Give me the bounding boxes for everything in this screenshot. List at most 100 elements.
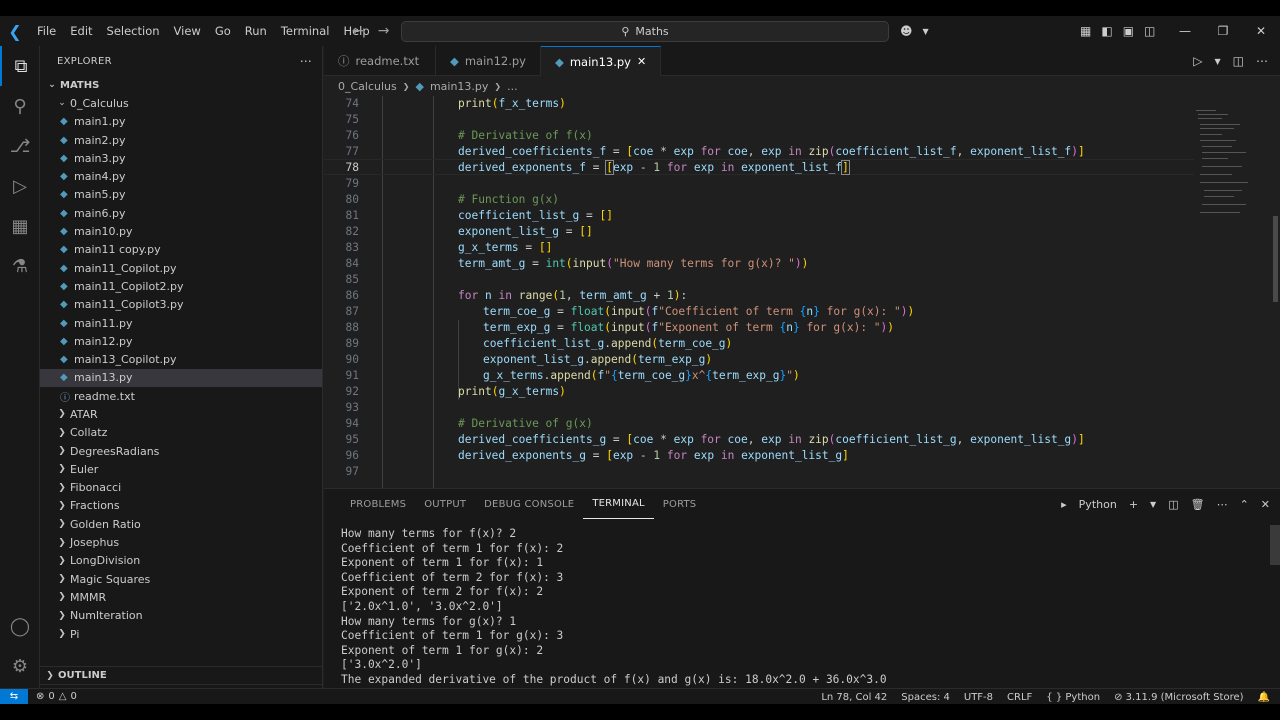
menu-view[interactable]: View	[167, 24, 208, 38]
copilot-menu[interactable]: ☻ ▼	[900, 16, 929, 46]
tree-folder[interactable]: ⌄ 0_Calculus	[40, 94, 322, 112]
menu-terminal[interactable]: Terminal	[274, 24, 337, 38]
back-arrow-icon[interactable]: ←	[352, 23, 364, 39]
maximize-panel-icon[interactable]: ⌃	[1240, 498, 1249, 511]
split-editor-icon[interactable]: ◫	[1233, 54, 1244, 68]
tree-file[interactable]: ◆ main11.py	[40, 314, 322, 332]
end-of-line[interactable]: CRLF	[1007, 692, 1032, 703]
testing-icon[interactable]: ⚗	[0, 246, 40, 286]
interpreter[interactable]: ⊘ 3.11.9 (Microsoft Store)	[1114, 692, 1243, 703]
breadcrumb-symbol[interactable]: ...	[507, 80, 518, 93]
run-debug-icon[interactable]: ▷	[0, 166, 40, 206]
manage-gear-icon[interactable]: ⚙	[0, 646, 40, 686]
toggle-panel-icon[interactable]: ▣	[1123, 24, 1134, 38]
command-center-search[interactable]: ⚲ Maths	[401, 21, 889, 42]
menu-go[interactable]: Go	[208, 24, 238, 38]
tree-file[interactable]: ◆ main2.py	[40, 131, 322, 149]
toggle-secondary-sidebar-icon[interactable]: ◫	[1144, 24, 1155, 38]
tree-folder[interactable]: ❯ Collatz	[40, 424, 322, 442]
tab-main13[interactable]: ◆ main13.py ✕	[541, 46, 662, 76]
tree-folder[interactable]: ❯ Golden Ratio	[40, 515, 322, 533]
code-text: term_coe_g = float(input(f"Coefficient o…	[483, 304, 915, 318]
source-control-icon[interactable]: ⎇	[0, 126, 40, 166]
editor-scrollbar[interactable]	[1270, 96, 1280, 488]
tree-file[interactable]: ◆ main1.py	[40, 113, 322, 131]
notifications-icon[interactable]: 🔔	[1258, 692, 1270, 703]
scrollbar-thumb[interactable]	[1273, 216, 1278, 302]
tab-terminal[interactable]: TERMINAL	[583, 489, 654, 519]
extensions-icon[interactable]: ▦	[0, 206, 40, 246]
encoding[interactable]: UTF-8	[964, 692, 993, 703]
terminal-scrollbar[interactable]	[1270, 525, 1280, 565]
tab-readme[interactable]: ⓘ readme.txt	[324, 46, 436, 76]
menu-run[interactable]: Run	[238, 24, 274, 38]
tree-file[interactable]: ◆ main4.py	[40, 167, 322, 185]
terminal-output[interactable]: How many terms for f(x)? 2 Coefficient of…	[341, 527, 887, 702]
minimize-icon[interactable]: —	[1166, 24, 1204, 38]
tree-folder[interactable]: ❯ Fibonacci	[40, 479, 322, 497]
tree-folder[interactable]: ❯ DegreesRadians	[40, 442, 322, 460]
menu-selection[interactable]: Selection	[100, 24, 167, 38]
chevron-down-icon[interactable]: ▼	[1150, 500, 1156, 509]
explorer-icon[interactable]: ⧉	[0, 46, 40, 86]
tree-folder[interactable]: ❯ Magic Squares	[40, 570, 322, 588]
trash-icon[interactable]: 🗑	[1191, 498, 1205, 511]
tree-folder[interactable]: ❯ MMMR	[40, 588, 322, 606]
close-panel-icon[interactable]: ✕	[1261, 498, 1270, 511]
menu-file[interactable]: File	[30, 24, 63, 38]
tab-debug-console[interactable]: DEBUG CONSOLE	[475, 489, 583, 519]
tree-file[interactable]: ◆ main12.py	[40, 332, 322, 350]
tree-folder[interactable]: ❯ Pi	[40, 625, 322, 643]
tree-file[interactable]: ◆ main6.py	[40, 204, 322, 222]
breadcrumb-file[interactable]: main13.py	[430, 80, 488, 93]
tree-folder[interactable]: ❯ Fractions	[40, 497, 322, 515]
outline-section[interactable]: ❯ OUTLINE	[40, 666, 323, 684]
breadcrumb-folder[interactable]: 0_Calculus	[338, 80, 397, 93]
terminal-shell-label[interactable]: Python	[1079, 498, 1117, 511]
cursor-position[interactable]: Ln 78, Col 42	[821, 692, 887, 703]
more-actions-icon[interactable]: ⋯	[300, 54, 312, 68]
tree-file[interactable]: ⓘ readme.txt	[40, 387, 322, 405]
tree-file[interactable]: ◆ main5.py	[40, 186, 322, 204]
indentation[interactable]: Spaces: 4	[901, 692, 950, 703]
tree-label: main4.py	[74, 170, 126, 184]
new-terminal-icon[interactable]: +	[1129, 498, 1138, 511]
tree-file[interactable]: ◆ main10.py	[40, 222, 322, 240]
tab-problems[interactable]: PROBLEMS	[341, 489, 415, 519]
remote-icon[interactable]: ⇆	[0, 688, 28, 704]
run-file-icon[interactable]: ▷	[1193, 54, 1202, 68]
close-tab-icon[interactable]: ✕	[637, 55, 646, 68]
tree-file[interactable]: ◆ main11 copy.py	[40, 241, 322, 259]
tab-output[interactable]: OUTPUT	[415, 489, 475, 519]
tree-folder[interactable]: ❯ Josephus	[40, 533, 322, 551]
tree-file[interactable]: ◆ main13.py	[40, 368, 322, 388]
split-terminal-icon[interactable]: ◫	[1168, 498, 1178, 511]
search-view-icon[interactable]: ⚲	[0, 86, 40, 126]
forward-arrow-icon[interactable]: →	[378, 23, 390, 39]
language-mode[interactable]: { } Python	[1046, 692, 1100, 703]
problems-status[interactable]: ⊗ 0 △ 0	[28, 691, 77, 702]
tree-file[interactable]: ◆ main13_Copilot.py	[40, 350, 322, 368]
tree-folder[interactable]: ❯ NumIteration	[40, 607, 322, 625]
tree-folder[interactable]: ❯ Euler	[40, 460, 322, 478]
tree-root[interactable]: ⌄ MATHS	[40, 76, 322, 94]
restore-icon[interactable]: ❐	[1204, 24, 1242, 38]
account-icon[interactable]: ◯	[0, 606, 40, 646]
tree-file[interactable]: ◆ main11_Copilot3.py	[40, 296, 322, 314]
tree-file[interactable]: ◆ main3.py	[40, 149, 322, 167]
tree-file[interactable]: ◆ main11_Copilot.py	[40, 259, 322, 277]
tree-file[interactable]: ◆ main11_Copilot2.py	[40, 277, 322, 295]
toggle-sidebar-icon[interactable]: ◧	[1101, 24, 1112, 38]
code-editor[interactable]: 74 print(f_x_terms) 75 76 # Derivative o…	[324, 96, 1280, 488]
more-actions-icon[interactable]: ⋯	[1217, 498, 1228, 511]
minimap[interactable]	[1194, 96, 1270, 488]
tree-folder[interactable]: ❯ LongDivision	[40, 552, 322, 570]
chevron-down-icon[interactable]: ▼	[1215, 57, 1221, 66]
tab-ports[interactable]: PORTS	[654, 489, 706, 519]
menu-edit[interactable]: Edit	[63, 24, 99, 38]
more-actions-icon[interactable]: ⋯	[1256, 54, 1268, 68]
tree-folder[interactable]: ❯ ATAR	[40, 405, 322, 423]
tab-main12[interactable]: ◆ main12.py	[436, 46, 541, 76]
close-window-icon[interactable]: ✕	[1242, 24, 1280, 38]
customize-layout-icon[interactable]: ▦	[1080, 24, 1091, 38]
